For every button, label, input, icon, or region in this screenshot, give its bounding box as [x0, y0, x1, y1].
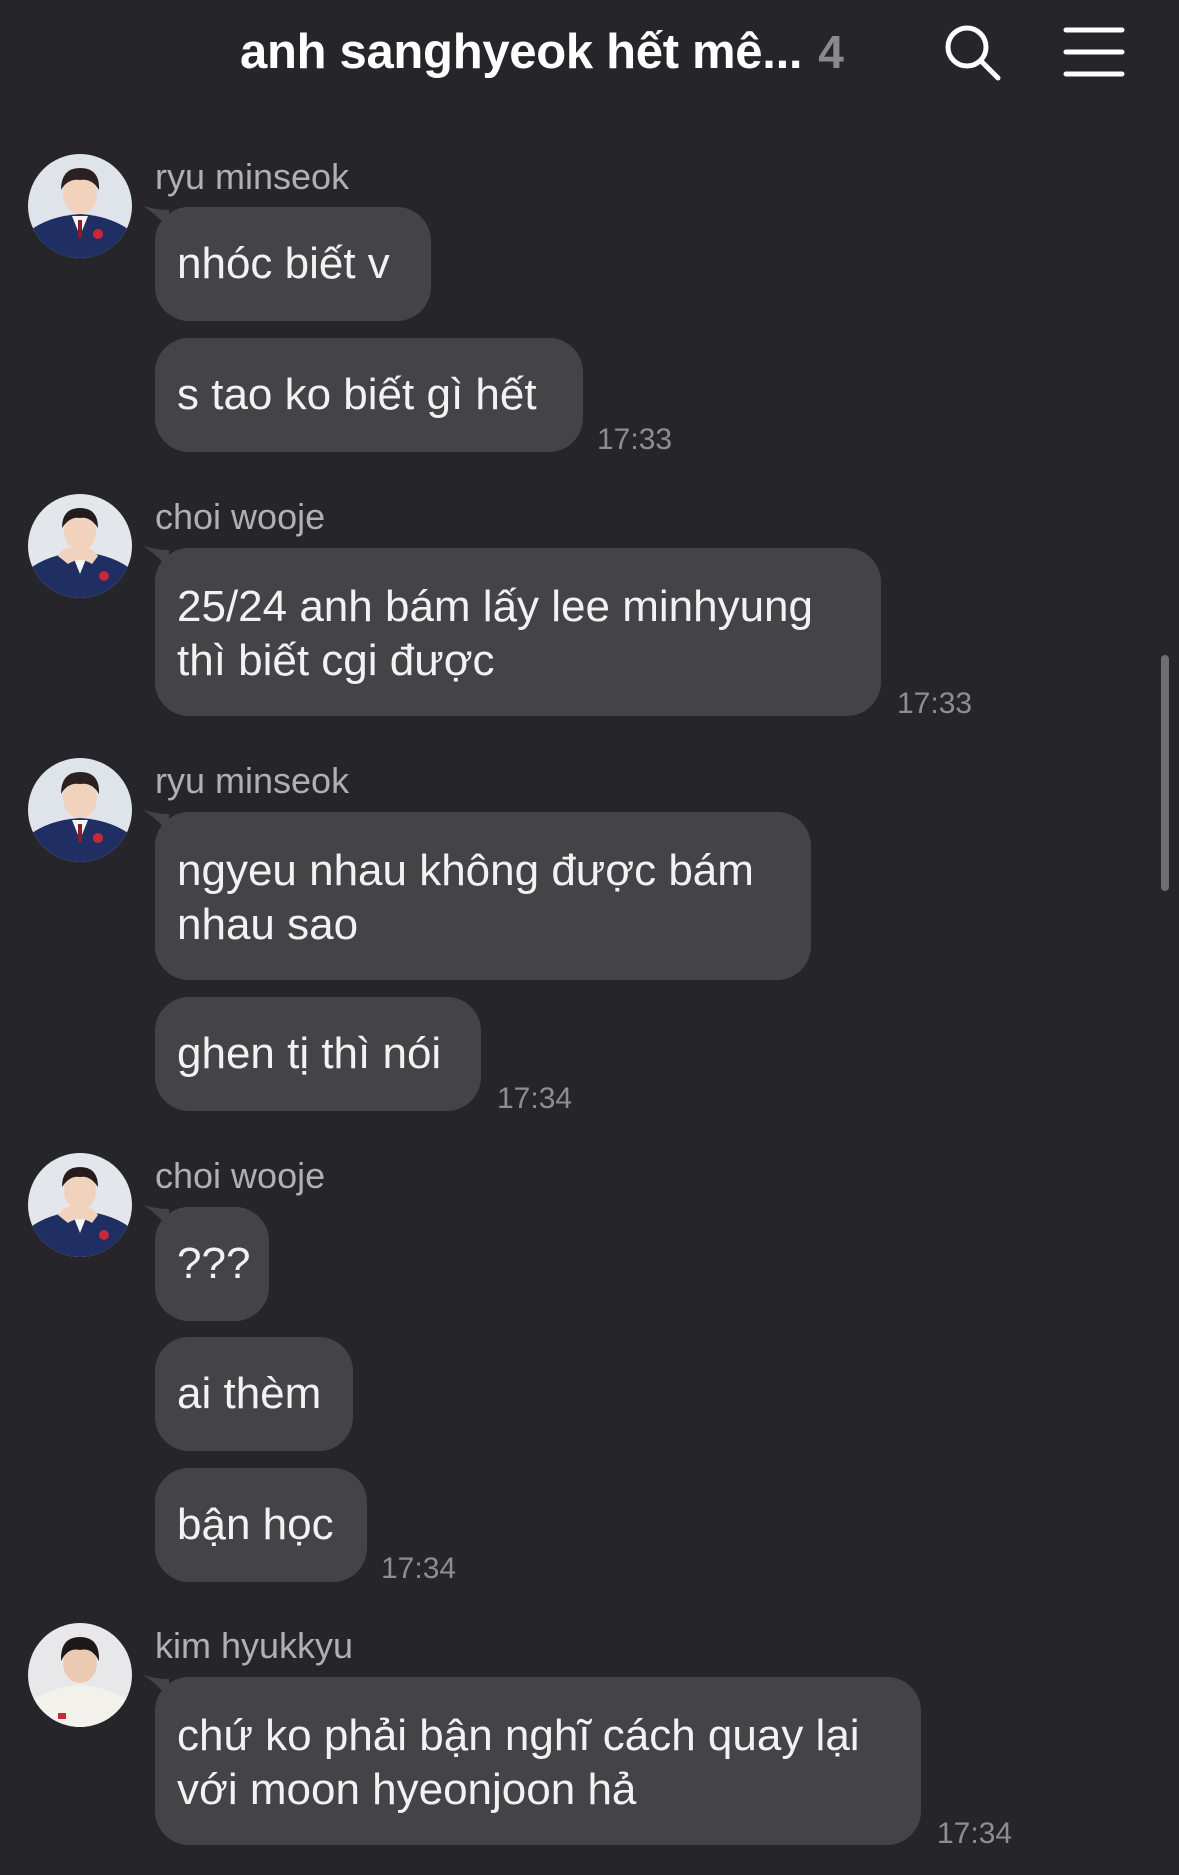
sender-name: choi wooje — [155, 1155, 326, 1196]
search-icon — [945, 25, 1001, 81]
message-bubble[interactable]: nhóc biết v — [155, 207, 431, 321]
avatar-choi-wooje[interactable] — [28, 1153, 132, 1257]
chat-title: anh sanghyeok hết mê... — [240, 25, 803, 79]
avatar-choi-wooje[interactable] — [28, 494, 132, 598]
search-button[interactable] — [940, 20, 1006, 86]
sender-name: ryu minseok — [155, 156, 350, 197]
avatar-ryu-minseok[interactable] — [28, 758, 132, 862]
message-bubble[interactable]: 25/24 anh bám lấy lee minhyung thì biết … — [155, 548, 881, 716]
message-time: 17:34 — [381, 1552, 457, 1585]
message-time: 17:34 — [497, 1082, 573, 1115]
message-bubble[interactable]: ngyeu nhau không được bám nhau sao — [155, 812, 811, 980]
member-count: 4 — [818, 26, 844, 78]
sender-name: choi wooje — [155, 496, 326, 537]
avatar-kim-hyukkyu[interactable] — [28, 1623, 132, 1727]
chat-title-group[interactable]: anh sanghyeok hết mê... 4 — [240, 24, 844, 80]
menu-icon — [1063, 27, 1125, 77]
message-bubble[interactable]: chứ ko phải bận nghĩ cách quay lại với m… — [155, 1677, 921, 1845]
message-bubble[interactable]: ??? — [155, 1207, 269, 1321]
message-time: 17:33 — [597, 423, 673, 456]
message-bubble[interactable]: s tao ko biết gì hết — [155, 338, 583, 452]
message-bubble[interactable]: bận học — [155, 1468, 367, 1582]
menu-button[interactable] — [1062, 24, 1126, 80]
message-bubble[interactable]: ai thèm — [155, 1337, 353, 1451]
sender-name: kim hyukkyu — [155, 1625, 354, 1666]
message-bubble[interactable]: ghen tị thì nói — [155, 997, 481, 1111]
sender-name: ryu minseok — [155, 760, 350, 801]
scrollbar-thumb[interactable] — [1161, 655, 1169, 891]
message-time: 17:34 — [937, 1817, 1013, 1850]
message-time: 17:33 — [897, 687, 973, 720]
avatar-ryu-minseok[interactable] — [28, 154, 132, 258]
